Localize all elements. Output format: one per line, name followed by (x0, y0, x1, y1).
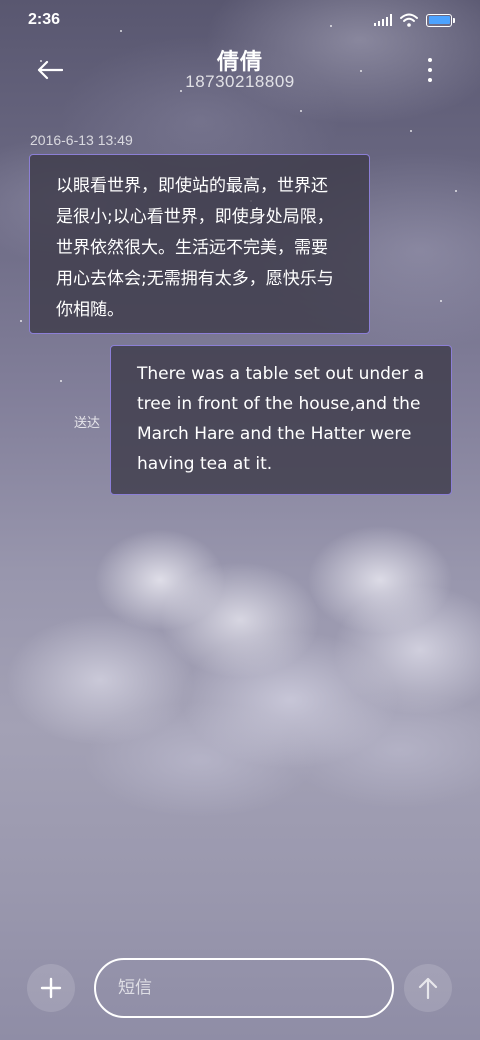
more-vertical-icon (428, 58, 432, 82)
more-options-button[interactable] (420, 58, 440, 82)
contact-phone-number: 18730218809 (185, 72, 295, 91)
received-message-bubble[interactable]: 以眼看世界，即使站的最高，世界还是很小;以心看世界，即使身处局限，世界依然很大。… (29, 154, 370, 334)
add-attachment-button[interactable] (27, 964, 75, 1012)
conversation-header: 倩倩 18730218809 (0, 40, 480, 100)
battery-icon (426, 13, 455, 27)
received-message-text: 以眼看世界，即使站的最高，世界还是很小;以心看世界，即使身处局限，世界依然很大。… (56, 176, 334, 320)
signal-icon (374, 14, 392, 26)
battery-fill (428, 16, 450, 24)
sent-message-bubble[interactable]: There was a table set out under a tree i… (110, 345, 452, 495)
sms-input[interactable] (94, 958, 394, 1018)
status-icons (374, 13, 455, 27)
delivery-status: 送达 (74, 416, 101, 431)
plus-icon (40, 977, 62, 999)
arrow-up-icon (418, 977, 438, 999)
message-timestamp: 2016-6-13 13:49 (30, 132, 133, 148)
status-bar: 2:36 (0, 0, 480, 40)
sent-message-text: There was a table set out under a tree i… (137, 364, 425, 474)
status-time: 2:36 (28, 11, 61, 28)
wifi-icon (400, 13, 418, 27)
send-button[interactable] (404, 964, 452, 1012)
